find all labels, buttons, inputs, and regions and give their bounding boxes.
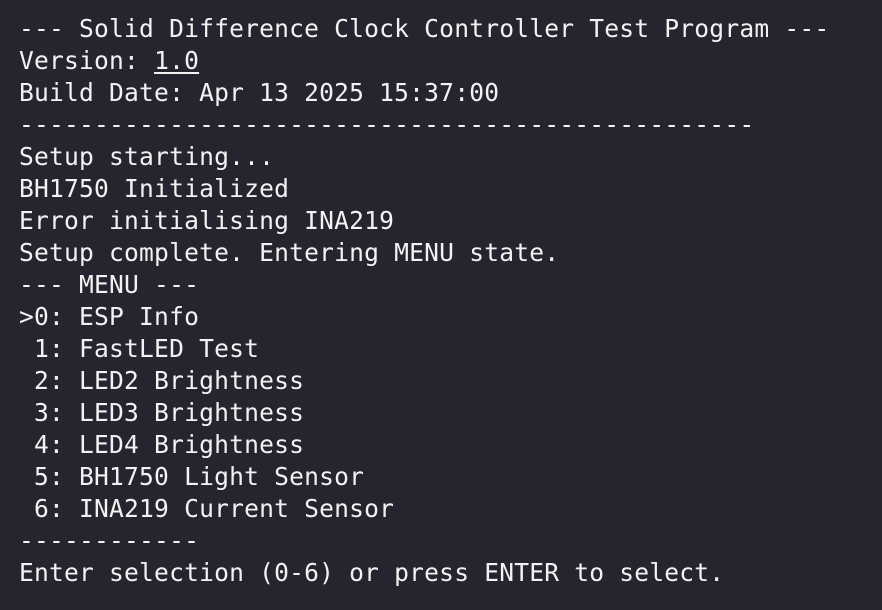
version-value: 1.0 bbox=[154, 46, 200, 75]
separator-short: ------------ bbox=[19, 526, 200, 555]
selection-prompt: Enter selection (0-6) or press ENTER to … bbox=[19, 558, 725, 587]
setup-log-line: Setup starting... bbox=[19, 142, 275, 171]
menu-item-ina219-current-sensor: 6: INA219 Current Sensor bbox=[19, 494, 395, 523]
version-line: Version: 1.0 bbox=[19, 45, 882, 77]
setup-log-line: Error initialising INA219 bbox=[19, 206, 395, 235]
menu-header: --- MENU --- bbox=[19, 270, 200, 299]
menu-item-bh1750-light-sensor: 5: BH1750 Light Sensor bbox=[19, 462, 365, 491]
version-label: Version: bbox=[19, 46, 155, 75]
menu-item-led4-brightness: 4: LED4 Brightness bbox=[19, 430, 305, 459]
separator-long: ----------------------------------------… bbox=[19, 110, 755, 139]
menu-item-esp-info: >0: ESP Info bbox=[19, 302, 200, 331]
build-date-line: Build Date: Apr 13 2025 15:37:00 bbox=[19, 78, 500, 107]
serial-terminal-output[interactable]: --- Solid Difference Clock Controller Te… bbox=[0, 0, 882, 610]
setup-log-line: BH1750 Initialized bbox=[19, 174, 290, 203]
menu-item-fastled-test: 1: FastLED Test bbox=[19, 334, 260, 363]
menu-item-led3-brightness: 3: LED3 Brightness bbox=[19, 398, 305, 427]
program-title-line: --- Solid Difference Clock Controller Te… bbox=[19, 14, 830, 43]
menu-item-led2-brightness: 2: LED2 Brightness bbox=[19, 366, 305, 395]
setup-log-line: Setup complete. Entering MENU state. bbox=[19, 238, 560, 267]
